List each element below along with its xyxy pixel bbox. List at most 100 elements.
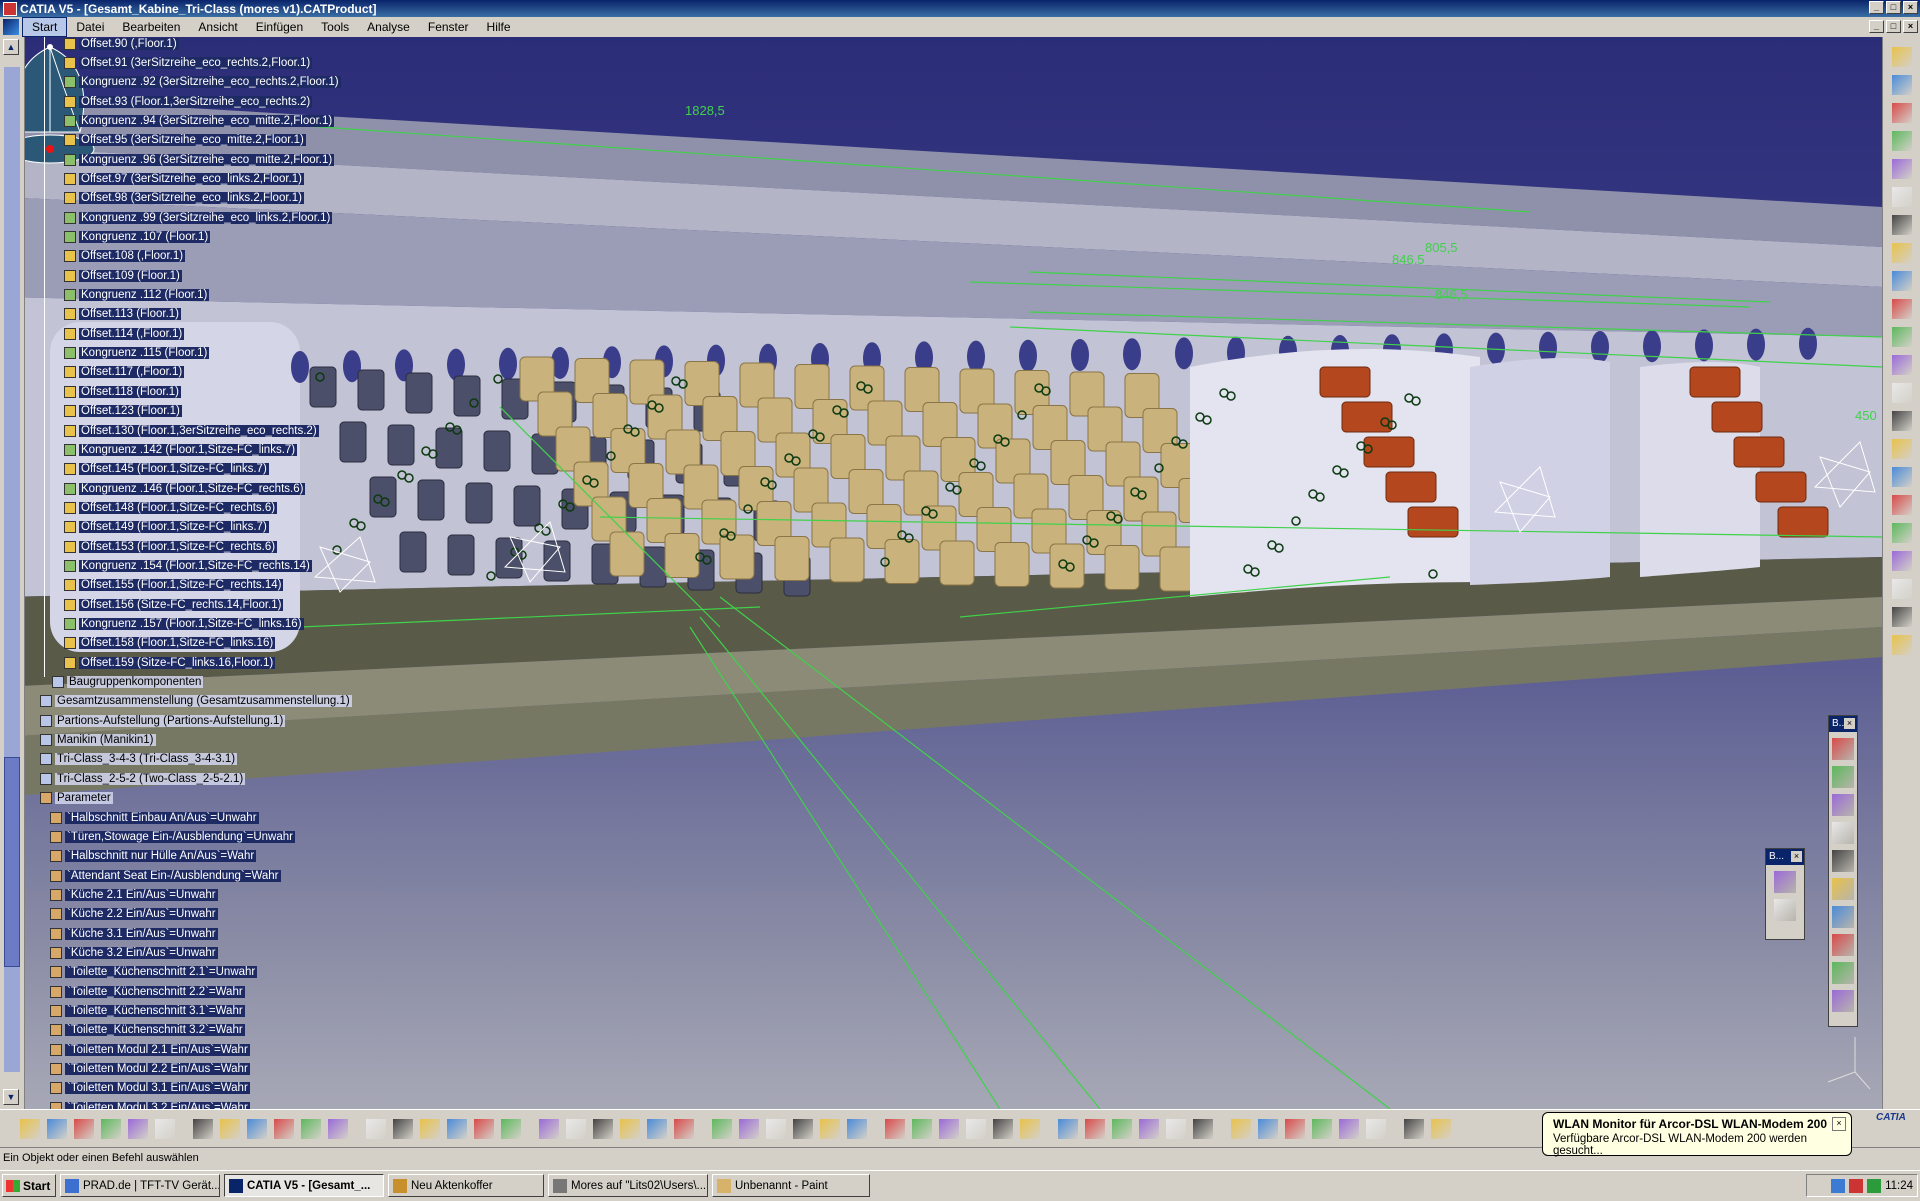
toolbar-icon[interactable] [1285,1119,1305,1139]
toolbar-icon[interactable] [501,1119,521,1139]
toolbar-icon[interactable] [1166,1119,1186,1139]
toolbar-icon[interactable] [1431,1119,1451,1139]
assembly-tool-icon[interactable] [1832,990,1854,1012]
assembly-tool-icon[interactable] [1832,934,1854,956]
floating-toolbar-large[interactable]: B... × [1828,715,1858,1027]
network-icon[interactable] [1831,1178,1846,1193]
tree-node[interactable]: `Toiletten Modul 3.1 Ein/Aus`=Wahr [50,1080,250,1097]
tool-icon[interactable] [1774,871,1796,893]
wlan-monitor-icon[interactable] [1867,1178,1882,1193]
menu-ansicht[interactable]: Ansicht [189,18,246,36]
toolbar-icon[interactable] [1112,1119,1132,1139]
toolbar-icon[interactable] [593,1119,613,1139]
tree-scrollbar[interactable]: ▲ ▼ [0,37,25,1109]
tool-icon[interactable] [1892,383,1912,403]
tree-node[interactable]: `Halbschnitt Einbau An/Aus`=Unwahr [50,809,259,826]
task-mores[interactable]: Mores auf "Lits02\Users\... [548,1174,708,1197]
tool-icon[interactable] [1892,495,1912,515]
tree-node[interactable]: Tri-Class_2-5-2 (Two-Class_2-5-2.1) [40,770,246,787]
toolbar-icon[interactable] [820,1119,840,1139]
tree-node[interactable]: Offset.90 (,Floor.1) [64,37,179,52]
dimension-label-846b[interactable]: 846,5 [1435,287,1468,302]
tree-node[interactable]: Offset.155 (Floor.1,Sitze-FC_rechts.14) [64,577,284,594]
toolbar-icon[interactable] [1366,1119,1386,1139]
assembly-tool-icon[interactable] [1832,738,1854,760]
floating-toolbar-small[interactable]: B... × [1765,848,1805,940]
menu-tools[interactable]: Tools [312,18,358,36]
toolbar-icon[interactable] [1312,1119,1332,1139]
tool-icon[interactable] [1892,243,1912,263]
task-paint[interactable]: Unbenannt - Paint [712,1174,870,1197]
toolbar-icon[interactable] [847,1119,867,1139]
balloon-close-icon[interactable]: × [1832,1117,1846,1131]
start-button[interactable]: Start [2,1174,56,1197]
tool-icon[interactable] [1892,215,1912,235]
toolbar-icon[interactable] [301,1119,321,1139]
assembly-tool-icon[interactable] [1832,822,1854,844]
tree-node[interactable]: Kongruenz .154 (Floor.1,Sitze-FC_rechts.… [64,557,312,574]
toolbar-icon[interactable] [447,1119,467,1139]
toolbar-icon[interactable] [1139,1119,1159,1139]
tree-node[interactable]: Offset.148 (Floor.1,Sitze-FC_rechts.6) [64,499,278,516]
toolbar-icon[interactable] [1404,1119,1424,1139]
toolbar-icon[interactable] [912,1119,932,1139]
tree-node[interactable]: Kongruenz .94 (3erSitzreihe_eco_mitte.2,… [64,112,335,129]
floating-toolbar-small-header[interactable]: B... × [1766,849,1804,865]
tree-node[interactable]: Parameter [40,790,113,807]
menu-start[interactable]: Start [22,17,68,37]
tree-node[interactable]: Tri-Class_3-4-3 (Tri-Class_3-4-3.1) [40,751,238,768]
tree-node[interactable]: Baugruppenkomponenten [52,674,204,691]
toolbar-icon[interactable] [1231,1119,1251,1139]
assembly-tool-icon[interactable] [1832,794,1854,816]
menu-bearbeiten[interactable]: Bearbeiten [113,18,189,36]
dimension-label-805[interactable]: 805,5 [1425,240,1458,255]
tree-node[interactable]: `Attendant Seat Ein-/Ausblendung`=Wahr [50,867,281,884]
menu-analyse[interactable]: Analyse [358,18,419,36]
tree-node[interactable]: Offset.118 (Floor.1) [64,383,182,400]
tool-icon[interactable] [1892,523,1912,543]
toolbar-icon[interactable] [712,1119,732,1139]
tree-node[interactable]: `Küche 2.2 Ein/Aus`=Unwahr [50,906,218,923]
tool-icon[interactable] [1892,299,1912,319]
toolbar-icon[interactable] [101,1119,121,1139]
toolbar-icon[interactable] [674,1119,694,1139]
tree-node[interactable]: `Toilette_Küchenschnitt 2.1`=Unwahr [50,964,258,981]
tool-icon[interactable] [1892,439,1912,459]
toolbar-icon[interactable] [328,1119,348,1139]
tree-node[interactable]: `Küche 3.2 Ein/Aus`=Unwahr [50,944,218,961]
toolbar-icon[interactable] [47,1119,67,1139]
tree-node[interactable]: `Küche 3.1 Ein/Aus`=Unwahr [50,925,218,942]
doc-minimize-button[interactable]: _ [1869,20,1884,33]
toolbar-icon[interactable] [939,1119,959,1139]
tree-node[interactable]: Kongruenz .146 (Floor.1,Sitze-FC_rechts.… [64,480,306,497]
tree-node[interactable]: Offset.113 (Floor.1) [64,306,182,323]
tree-node[interactable]: Kongruenz .157 (Floor.1,Sitze-FC_links.1… [64,616,304,633]
scroll-thumb[interactable] [4,757,20,967]
tool-icon[interactable] [1892,355,1912,375]
doc-close-button[interactable]: × [1903,20,1918,33]
tool-icon[interactable] [1892,411,1912,431]
assembly-tool-icon[interactable] [1832,878,1854,900]
tree-node[interactable]: Kongruenz .115 (Floor.1) [64,345,210,362]
tool-icon[interactable] [1892,47,1912,67]
toolbar-icon[interactable] [647,1119,667,1139]
toolbar-icon[interactable] [220,1119,240,1139]
tool-icon[interactable] [1774,899,1796,921]
toolbar-icon[interactable] [620,1119,640,1139]
tree-node[interactable]: Offset.145 (Floor.1,Sitze-FC_links.7) [64,461,269,478]
tree-node[interactable]: Offset.109 (Floor.1) [64,267,182,284]
tree-node[interactable]: Kongruenz .92 (3erSitzreihe_eco_rechts.2… [64,74,341,91]
tool-icon[interactable] [1892,159,1912,179]
document-icon[interactable] [3,19,19,35]
floating-toolbar-large-close-icon[interactable]: × [1844,718,1855,729]
clock[interactable]: 11:24 [1885,1180,1913,1192]
toolbar-icon[interactable] [20,1119,40,1139]
tool-icon[interactable] [1892,187,1912,207]
tree-node[interactable]: Offset.114 (,Floor.1) [64,325,185,342]
toolbar-icon[interactable] [539,1119,559,1139]
tree-node[interactable]: Offset.98 (3erSitzreihe_eco_links.2,Floo… [64,190,304,207]
tool-icon[interactable] [1892,131,1912,151]
catia-app-icon[interactable] [3,1,17,16]
toolbar-icon[interactable] [739,1119,759,1139]
tree-node[interactable]: Kongruenz .112 (Floor.1) [64,287,210,304]
